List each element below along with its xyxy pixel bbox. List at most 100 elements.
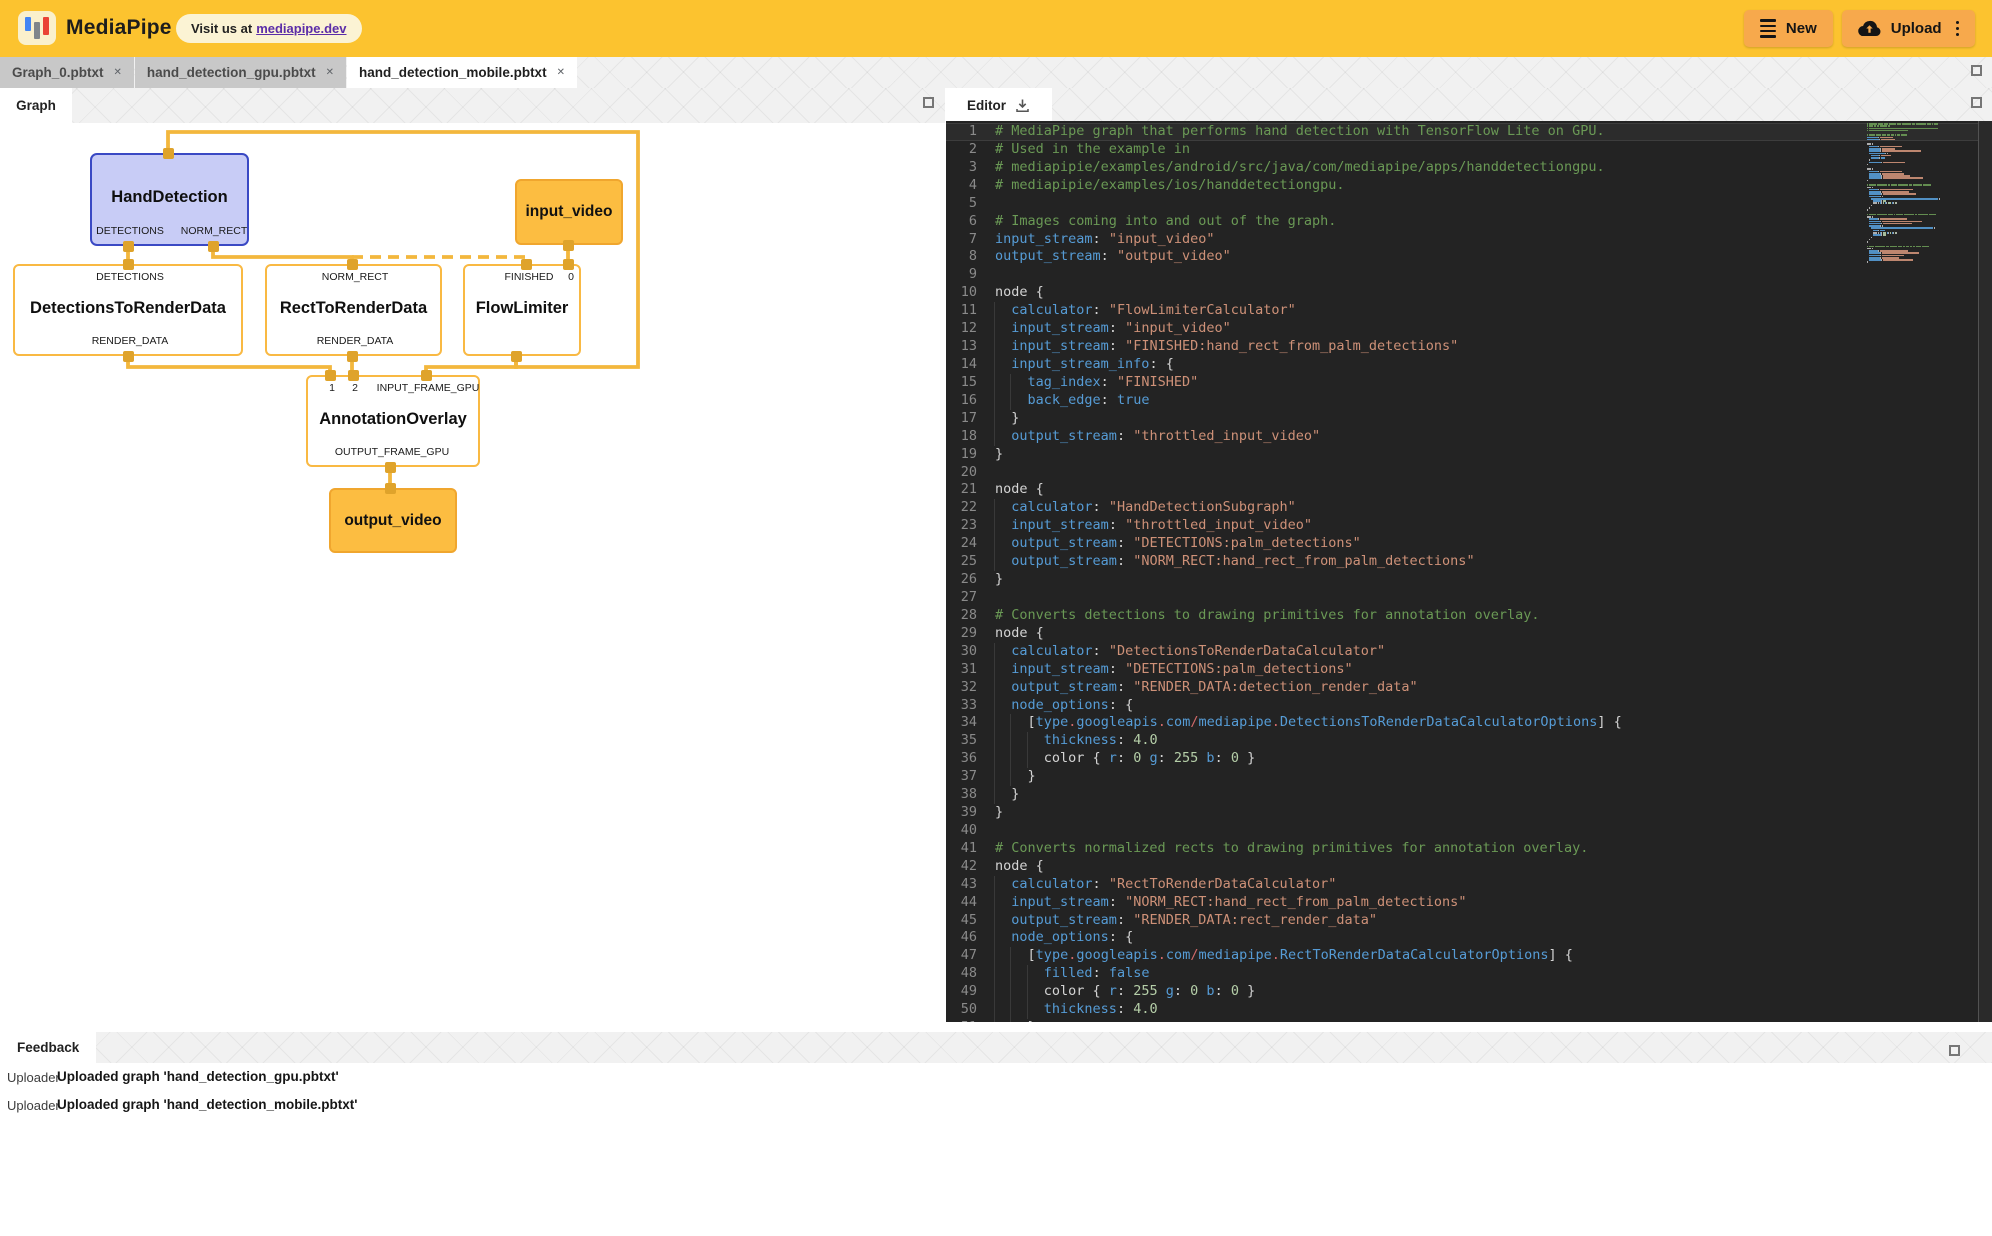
port-connector[interactable] xyxy=(511,351,522,362)
code-line[interactable]: 51 } xyxy=(946,1019,1978,1022)
code-line[interactable]: 9 xyxy=(946,266,1978,284)
code-line[interactable]: 39} xyxy=(946,804,1978,822)
editor-minimap[interactable] xyxy=(1867,123,1945,283)
code-line[interactable]: 34 [type.googleapis.com/mediapipe.Detect… xyxy=(946,714,1978,732)
line-number: 19 xyxy=(946,446,977,464)
code-line[interactable]: 35 thickness: 4.0 xyxy=(946,732,1978,750)
code-line[interactable]: 33 node_options: { xyxy=(946,697,1978,715)
port-connector[interactable] xyxy=(208,241,219,252)
code-line[interactable]: 14 input_stream_info: { xyxy=(946,356,1978,374)
code-line[interactable]: 41# Converts normalized rects to drawing… xyxy=(946,840,1978,858)
code-line[interactable]: 17 } xyxy=(946,410,1978,428)
tab-editor[interactable]: Editor xyxy=(945,88,1052,123)
maximize-panel-icon[interactable] xyxy=(1971,65,1982,76)
code-lines: 1# MediaPipe graph that performs hand de… xyxy=(946,123,1978,1022)
code-line[interactable]: 26} xyxy=(946,571,1978,589)
code-line[interactable]: 36 color { r: 0 g: 255 b: 0 } xyxy=(946,750,1978,768)
close-tab-icon[interactable]: ✕ xyxy=(114,67,122,78)
tab-feedback[interactable]: Feedback xyxy=(0,1032,96,1063)
code-line[interactable]: 48 filled: false xyxy=(946,965,1978,983)
code-line[interactable]: 18 output_stream: "throttled_input_video… xyxy=(946,428,1978,446)
new-button[interactable]: New xyxy=(1744,10,1833,47)
port-connector[interactable] xyxy=(163,148,174,159)
graph-node-input_video[interactable]: input_video xyxy=(515,179,623,245)
port-connector[interactable] xyxy=(563,240,574,251)
code-line[interactable]: 32 output_stream: "RENDER_DATA:detection… xyxy=(946,679,1978,697)
file-tab[interactable]: Graph_0.pbtxt✕ xyxy=(0,57,134,88)
close-tab-icon[interactable]: ✕ xyxy=(557,67,565,78)
code-line[interactable]: 49 color { r: 255 g: 0 b: 0 } xyxy=(946,983,1978,1001)
close-tab-icon[interactable]: ✕ xyxy=(326,67,334,78)
line-number: 44 xyxy=(946,894,977,912)
mediapipe-dev-link[interactable]: mediapipe.dev xyxy=(256,21,346,36)
code-line[interactable]: 29node { xyxy=(946,625,1978,643)
port-connector[interactable] xyxy=(123,351,134,362)
port-connector[interactable] xyxy=(563,259,574,270)
code-line[interactable]: 44 input_stream: "NORM_RECT:hand_rect_fr… xyxy=(946,894,1978,912)
code-line[interactable]: 13 input_stream: "FINISHED:hand_rect_fro… xyxy=(946,338,1978,356)
graph-node-FlowLimiter[interactable]: FlowLimiterFINISHED0 xyxy=(463,264,581,356)
code-line[interactable]: 28# Converts detections to drawing primi… xyxy=(946,607,1978,625)
port-connector[interactable] xyxy=(521,259,532,270)
code-line[interactable]: 20 xyxy=(946,464,1978,482)
code-line[interactable]: 19} xyxy=(946,446,1978,464)
file-tab[interactable]: hand_detection_gpu.pbtxt ✕ xyxy=(135,57,346,88)
download-icon[interactable] xyxy=(1015,98,1030,113)
code-line[interactable]: 5 xyxy=(946,195,1978,213)
graph-node-DetectionsToRenderData[interactable]: DetectionsToRenderDataDETECTIONSRENDER_D… xyxy=(13,264,243,356)
code-line[interactable]: 27 xyxy=(946,589,1978,607)
port-connector[interactable] xyxy=(347,259,358,270)
code-line[interactable]: 7input_stream: "input_video" xyxy=(946,231,1978,249)
file-tab[interactable]: hand_detection_mobile.pbtxt✕ xyxy=(347,57,577,88)
code-line[interactable]: 30 calculator: "DetectionsToRenderDataCa… xyxy=(946,643,1978,661)
maximize-graph-icon[interactable] xyxy=(923,97,934,108)
code-line[interactable]: 21node { xyxy=(946,481,1978,499)
code-line[interactable]: 50 thickness: 4.0 xyxy=(946,1001,1978,1019)
graph-node-HandDetection[interactable]: HandDetectionDETECTIONSNORM_RECT xyxy=(90,153,249,246)
code-line[interactable]: 6# Images coming into and out of the gra… xyxy=(946,213,1978,231)
code-line[interactable]: 16 back_edge: true xyxy=(946,392,1978,410)
code-line[interactable]: 23 input_stream: "throttled_input_video" xyxy=(946,517,1978,535)
code-line[interactable]: 25 output_stream: "NORM_RECT:hand_rect_f… xyxy=(946,553,1978,571)
code-editor[interactable]: 1# MediaPipe graph that performs hand de… xyxy=(946,121,1992,1022)
code-line[interactable]: 37 } xyxy=(946,768,1978,786)
code-line[interactable]: 10node { xyxy=(946,284,1978,302)
port-connector[interactable] xyxy=(385,483,396,494)
graph-node-output_video[interactable]: output_video xyxy=(329,488,457,553)
code-line[interactable]: 42node { xyxy=(946,858,1978,876)
port-connector[interactable] xyxy=(421,370,432,381)
port-connector[interactable] xyxy=(123,241,134,252)
graph-node-AnnotationOverlay[interactable]: AnnotationOverlay12INPUT_FRAME_GPUOUTPUT… xyxy=(306,375,480,467)
code-line[interactable]: 45 output_stream: "RENDER_DATA:rect_rend… xyxy=(946,912,1978,930)
code-line[interactable]: 38 } xyxy=(946,786,1978,804)
code-line[interactable]: 22 calculator: "HandDetectionSubgraph" xyxy=(946,499,1978,517)
port-connector[interactable] xyxy=(348,370,359,381)
code-line[interactable]: 15 tag_index: "FINISHED" xyxy=(946,374,1978,392)
file-tab-label: hand_detection_gpu.pbtxt xyxy=(147,65,316,80)
more-options-icon[interactable] xyxy=(1956,21,1959,36)
graph-canvas[interactable]: HandDetectionDETECTIONSNORM_RECT input_vi… xyxy=(0,123,940,1032)
code-line[interactable]: 11 calculator: "FlowLimiterCalculator" xyxy=(946,302,1978,320)
tab-graph[interactable]: Graph xyxy=(0,88,72,123)
port-connector[interactable] xyxy=(385,462,396,473)
editor-scrollbar[interactable] xyxy=(1978,121,1992,1022)
code-line[interactable]: 47 [type.googleapis.com/mediapipe.RectTo… xyxy=(946,947,1978,965)
port-connector[interactable] xyxy=(347,351,358,362)
graph-node-RectToRenderData[interactable]: RectToRenderDataNORM_RECTRENDER_DATA xyxy=(265,264,442,356)
code-line[interactable]: 46 node_options: { xyxy=(946,929,1978,947)
code-line[interactable]: 31 input_stream: "DETECTIONS:palm_detect… xyxy=(946,661,1978,679)
maximize-feedback-icon[interactable] xyxy=(1949,1045,1960,1056)
code-line[interactable]: 43 calculator: "RectToRenderDataCalculat… xyxy=(946,876,1978,894)
upload-button[interactable]: Upload xyxy=(1842,10,1975,47)
code-line[interactable]: 8output_stream: "output_video" xyxy=(946,248,1978,266)
code-line[interactable]: 24 output_stream: "DETECTIONS:palm_detec… xyxy=(946,535,1978,553)
code-line[interactable]: 40 xyxy=(946,822,1978,840)
port-connector[interactable] xyxy=(123,259,134,270)
code-line[interactable]: 3# mediapipie/examples/android/src/java/… xyxy=(946,159,1978,177)
port-connector[interactable] xyxy=(325,370,336,381)
maximize-editor-icon[interactable] xyxy=(1971,97,1982,108)
code-line[interactable]: 4# mediapipie/examples/ios/handdetection… xyxy=(946,177,1978,195)
code-line[interactable]: 12 input_stream: "input_video" xyxy=(946,320,1978,338)
code-line[interactable]: 2# Used in the example in xyxy=(946,141,1978,159)
code-line[interactable]: 1# MediaPipe graph that performs hand de… xyxy=(946,123,1978,141)
